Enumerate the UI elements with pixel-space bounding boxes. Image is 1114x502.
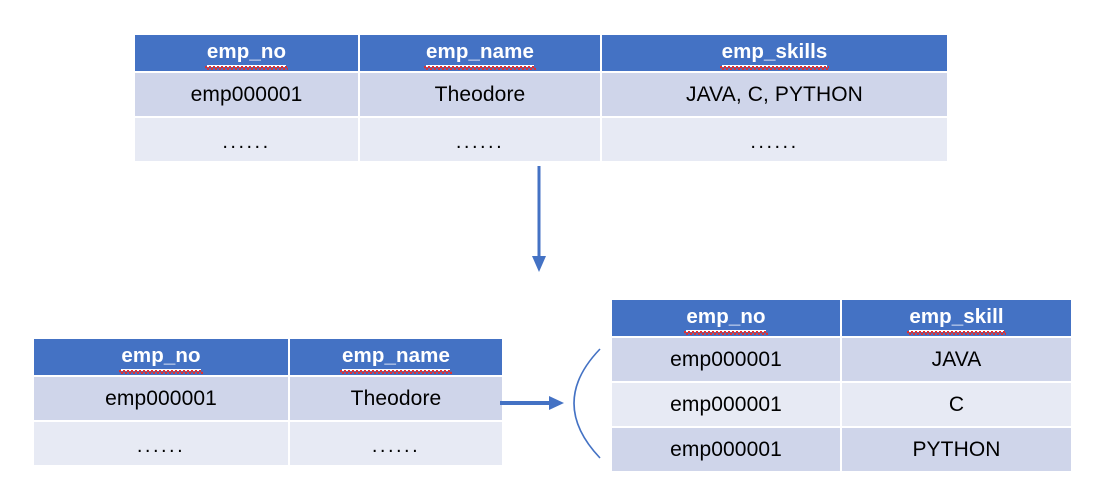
table-header-row: emp_no emp_name <box>34 339 502 375</box>
column-header-label: emp_name <box>340 344 452 374</box>
cell-emp-no: emp000001 <box>612 383 840 426</box>
table-row-ellipsis: ...... ...... <box>34 422 502 465</box>
cell-emp-skill: JAVA <box>842 338 1071 381</box>
right-opening-arc-icon <box>573 348 601 459</box>
cell-emp-name: ...... <box>360 118 600 161</box>
column-header-label: emp_skills <box>719 40 830 70</box>
table-row: emp000001 Theodore JAVA, C, PYTHON <box>135 73 947 116</box>
cell-emp-no: ...... <box>34 422 288 465</box>
cell-text: emp000001 <box>670 437 782 461</box>
column-header-emp-skill: emp_skill <box>842 300 1071 336</box>
cell-text: ...... <box>371 434 421 457</box>
cell-text: ...... <box>222 130 271 153</box>
cell-emp-no: emp000001 <box>34 377 288 420</box>
cell-emp-skills: JAVA, C, PYTHON <box>602 73 947 116</box>
cell-emp-no: emp000001 <box>612 428 840 471</box>
right-arrow-icon <box>500 396 564 410</box>
cell-text: Theodore <box>434 82 526 106</box>
column-header-label: emp_no <box>119 344 203 374</box>
column-header-label: emp_skill <box>907 305 1007 335</box>
cell-text: JAVA, C, PYTHON <box>686 82 863 106</box>
table-row-ellipsis: ...... ...... ...... <box>135 118 947 161</box>
unnormalized-employee-table: emp_no emp_name emp_skills emp000001 The… <box>133 33 949 163</box>
cell-text: C <box>948 392 965 416</box>
table-header-row: emp_no emp_skill <box>612 300 1071 336</box>
column-header-label: emp_name <box>424 40 536 70</box>
cell-emp-no: ...... <box>135 118 358 161</box>
cell-emp-name: Theodore <box>290 377 502 420</box>
normalized-employee-table: emp_no emp_name emp000001 Theodore .....… <box>32 337 504 467</box>
normalized-employee-skill-table: emp_no emp_skill emp000001 JAVA emp00000… <box>610 298 1073 473</box>
cell-emp-name: Theodore <box>360 73 600 116</box>
table-header-row: emp_no emp_name emp_skills <box>135 35 947 71</box>
table-row: emp000001 C <box>612 383 1071 426</box>
table-row: emp000001 PYTHON <box>612 428 1071 471</box>
table-row: emp000001 JAVA <box>612 338 1071 381</box>
cell-text: emp000001 <box>190 82 303 106</box>
cell-emp-skill: PYTHON <box>842 428 1071 471</box>
cell-text: JAVA <box>931 347 982 371</box>
cell-text: emp000001 <box>105 386 217 410</box>
column-header-emp-skills: emp_skills <box>602 35 947 71</box>
cell-text: emp000001 <box>670 392 782 416</box>
cell-text: ...... <box>136 434 186 457</box>
diagram-canvas: emp_no emp_name emp_skills emp000001 The… <box>0 0 1114 502</box>
column-header-emp-name: emp_name <box>290 339 502 375</box>
cell-text: Theodore <box>350 386 442 410</box>
column-header-emp-name: emp_name <box>360 35 600 71</box>
cell-text: ...... <box>455 130 505 153</box>
column-header-label: emp_no <box>684 305 768 335</box>
column-header-emp-no: emp_no <box>612 300 840 336</box>
cell-emp-skill: C <box>842 383 1071 426</box>
column-header-emp-no: emp_no <box>34 339 288 375</box>
cell-emp-no: emp000001 <box>612 338 840 381</box>
cell-emp-no: emp000001 <box>135 73 358 116</box>
cell-text: emp000001 <box>670 347 782 371</box>
table-row: emp000001 Theodore <box>34 377 502 420</box>
cell-emp-skills: ...... <box>602 118 947 161</box>
cell-text: ...... <box>750 130 799 153</box>
cell-emp-name: ...... <box>290 422 502 465</box>
cell-text: PYTHON <box>912 437 1001 461</box>
column-header-label: emp_no <box>204 40 289 70</box>
down-arrow-icon <box>532 166 546 272</box>
column-header-emp-no: emp_no <box>135 35 358 71</box>
